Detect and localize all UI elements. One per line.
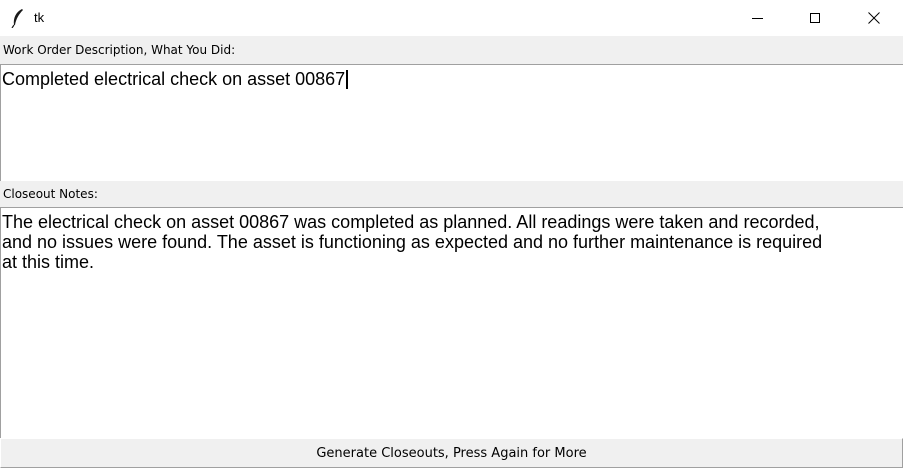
description-textarea[interactable]: Completed electrical check on asset 0086… [0, 64, 903, 181]
generate-closeouts-button[interactable]: Generate Closeouts, Press Again for More [0, 438, 903, 468]
closeout-notes-textarea[interactable]: The electrical check on asset 00867 was … [0, 207, 903, 438]
feather-icon [11, 9, 23, 28]
minimize-icon [751, 17, 763, 19]
description-label: Work Order Description, What You Did: [3, 43, 236, 57]
closeout-notes-text: The electrical check on asset 00867 was … [2, 212, 823, 272]
close-icon [868, 12, 880, 24]
title-bar[interactable]: tk [0, 0, 903, 36]
window-title: tk [34, 10, 45, 25]
app-window: tk Work Order Description, What You Did:… [0, 0, 903, 468]
close-button[interactable] [851, 0, 897, 36]
closeout-notes-label: Closeout Notes: [3, 187, 98, 201]
text-caret [346, 70, 349, 89]
generate-closeouts-label: Generate Closeouts, Press Again for More [316, 445, 587, 461]
maximize-button[interactable] [792, 0, 838, 36]
minimize-button[interactable] [734, 0, 780, 36]
description-text: Completed electrical check on asset 0086… [2, 69, 346, 89]
maximize-icon [810, 13, 820, 23]
